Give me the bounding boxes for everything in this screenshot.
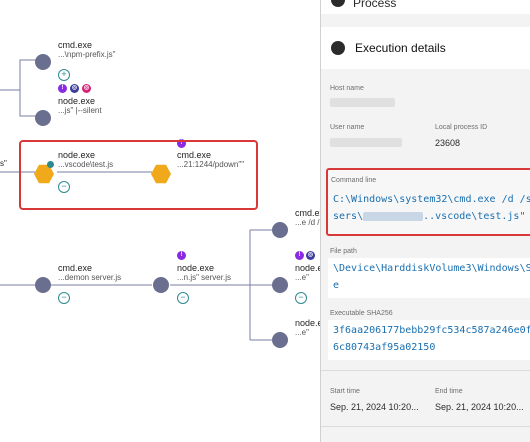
divider [321, 426, 530, 427]
command-line-text-1: C:\Windows\system32\cmd.exe /d /s [333, 194, 530, 205]
sha256-text-2: 6c80743af95a02150 [333, 342, 436, 353]
host-name-label: Host name [330, 85, 364, 92]
section-bullet-icon [331, 41, 345, 55]
user-name-label: User name [330, 124, 365, 131]
command-line-text-2: sers\ ..vscode\test.js" [333, 211, 525, 222]
collapse-minus-icon[interactable]: − [177, 292, 189, 304]
node-cmdline: ...demon server.js [58, 273, 122, 282]
node-name: node.exe [177, 263, 215, 273]
sha256-box[interactable]: 3f6aa206177bebb29fc534c587a246e0f3 6c807… [328, 320, 530, 360]
section-title: Execution details [355, 41, 446, 55]
process-node-node-silent[interactable] [35, 110, 51, 126]
node-cmdline: ...\npm-prefix.js" [58, 50, 116, 59]
redacted-host-value [330, 98, 395, 107]
node-cmdline: ...js" |--silent [58, 106, 102, 115]
node-name: node.e [295, 318, 320, 328]
start-time-value: Sep. 21, 2024 10:20... [330, 402, 419, 412]
section-title: Process [353, 0, 397, 10]
process-node-cmd-demon[interactable] [35, 277, 51, 293]
collapse-minus-icon[interactable]: − [58, 292, 70, 304]
divider [321, 370, 530, 371]
network-badge-icon: ◎ [306, 251, 315, 260]
end-time-label: End time [435, 388, 463, 395]
process-node-node-server[interactable] [153, 277, 169, 293]
command-line-part: sers\ [333, 211, 364, 222]
detection-badge-icon: ! [177, 251, 186, 260]
pid-value: 23608 [435, 138, 461, 148]
node-cmdline: ...e /d / [295, 218, 320, 227]
command-line-label: Command line [331, 177, 377, 184]
truncated-label: s" [0, 159, 7, 168]
file-path-box[interactable]: \Device\HarddiskVolume3\Windows\Sy e [328, 258, 530, 298]
details-panel: Process Execution details Host name User… [320, 0, 530, 442]
collapse-minus-icon[interactable]: − [295, 292, 307, 304]
file-path-label: File path [330, 248, 357, 255]
sha256-text-1: 3f6aa206177bebb29fc534c587a246e0f3 [333, 325, 530, 336]
node-name: node.e [295, 263, 320, 273]
sha256-label: Executable SHA256 [330, 310, 393, 317]
file-path-text-2: e [333, 280, 340, 291]
process-tree-graph: cmd.exe ...\npm-prefix.js" + ! ◎ ◎ node.… [0, 0, 320, 442]
detection-badge-icon: ! [295, 251, 304, 260]
start-time-label: Start time [330, 388, 360, 395]
node-cmdline: ...n.js" server.js [177, 273, 231, 282]
node-name: cmd.exe [58, 263, 93, 273]
end-time-value: Sep. 21, 2024 10:20... [435, 402, 524, 412]
process-node-right-bottom[interactable] [272, 332, 288, 348]
detection-badge-icon: ! [58, 84, 67, 93]
command-line-part: ..vscode\test.js" [423, 211, 526, 222]
process-section-header[interactable]: Process [321, 0, 530, 14]
node-cmdline: ...e" [295, 328, 309, 337]
node-name: node.exe [58, 96, 96, 106]
node-name: cmd.exe [295, 208, 320, 218]
process-node-cmd-top[interactable] [35, 54, 51, 70]
node-cmdline: ...e" [295, 273, 309, 282]
file-path-text-1: \Device\HarddiskVolume3\Windows\Sy [333, 263, 530, 274]
network-badge-icon: ◎ [70, 84, 79, 93]
section-bullet-icon [331, 0, 345, 7]
process-node-right-top[interactable] [272, 222, 288, 238]
selection-highlight [19, 140, 258, 210]
node-name: cmd.exe [58, 40, 93, 50]
expand-plus-icon[interactable]: + [58, 69, 70, 81]
process-node-right-mid[interactable] [272, 277, 288, 293]
redacted-username [363, 211, 424, 221]
redacted-user-value [330, 138, 402, 147]
file-badge-icon: ◎ [82, 84, 91, 93]
execution-details-header[interactable]: Execution details [321, 27, 530, 69]
pid-label: Local process ID [435, 124, 488, 131]
command-line-box[interactable]: Command line C:\Windows\system32\cmd.exe… [326, 168, 530, 236]
